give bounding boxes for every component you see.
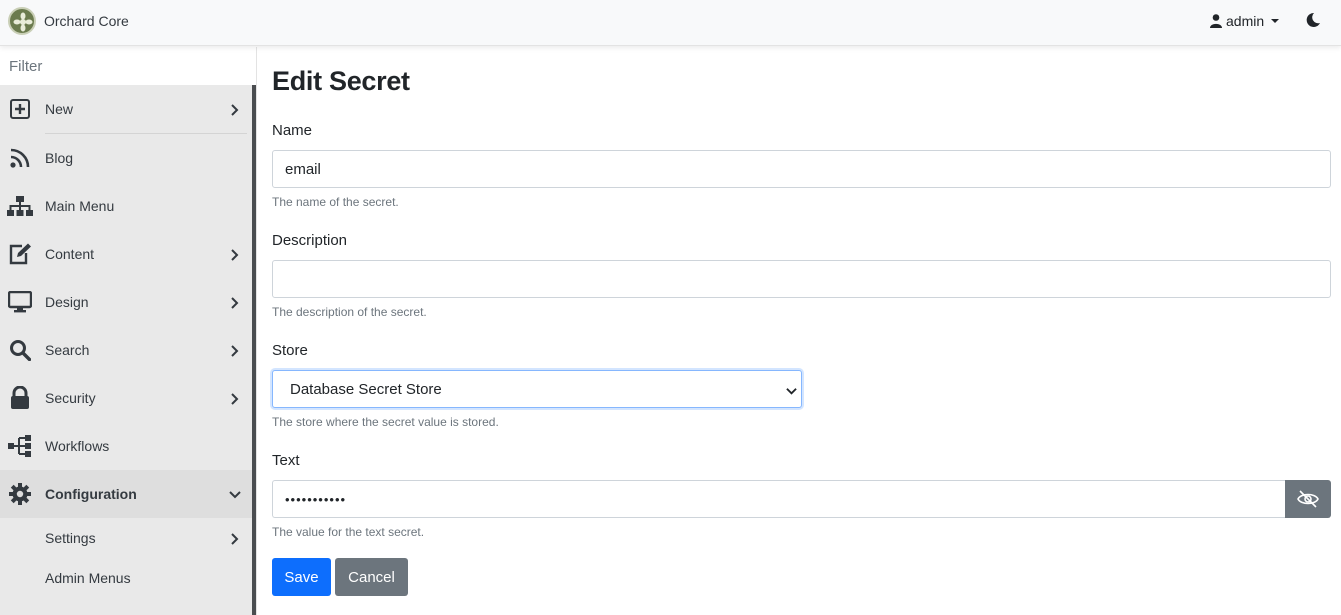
edit-icon xyxy=(7,241,33,267)
gear-icon xyxy=(7,481,33,507)
chevron-down-icon xyxy=(786,384,797,401)
chevron-right-icon xyxy=(229,248,241,261)
user-icon xyxy=(1210,14,1222,28)
search-icon xyxy=(7,337,33,363)
sidebar-item-security[interactable]: Security xyxy=(0,374,252,422)
brand[interactable]: Orchard Core xyxy=(8,6,129,36)
brand-name: Orchard Core xyxy=(44,13,129,29)
moon-icon[interactable] xyxy=(1305,12,1323,30)
sidebar-item-label: Content xyxy=(45,246,95,262)
chevron-right-icon xyxy=(229,344,241,357)
sidebar-item-configuration[interactable]: Configuration xyxy=(0,470,252,518)
sidebar-item-design[interactable]: Design xyxy=(0,278,252,326)
sidebar-item-label: Configuration xyxy=(45,486,137,502)
workflow-icon xyxy=(7,433,33,459)
store-label: Store xyxy=(272,342,308,359)
user-menu[interactable]: admin xyxy=(1210,13,1280,29)
store-selected-value: Database Secret Store xyxy=(290,380,442,398)
toggle-visibility-button[interactable] xyxy=(1285,480,1331,518)
desktop-icon xyxy=(7,289,33,315)
sidebar-item-label: Security xyxy=(45,390,96,406)
sidebar-item-main-menu[interactable]: Main Menu xyxy=(0,182,252,230)
chevron-right-icon xyxy=(229,532,241,545)
rss-icon xyxy=(7,145,33,171)
sidebar-item-blog[interactable]: Blog xyxy=(0,134,252,182)
chevron-down-icon xyxy=(229,488,241,500)
name-label: Name xyxy=(272,122,313,139)
plus-square-icon xyxy=(7,96,33,122)
sidebar-subitem-admin-menus[interactable]: Admin Menus xyxy=(0,555,252,601)
sidebar-item-search[interactable]: Search xyxy=(0,326,252,374)
chevron-right-icon xyxy=(229,392,241,405)
save-button[interactable]: Save xyxy=(272,558,331,596)
page-title: Edit Secret xyxy=(272,66,410,96)
sidebar-item-label: Main Menu xyxy=(45,198,115,214)
store-select[interactable]: Database Secret Store xyxy=(272,370,802,408)
cancel-button[interactable]: Cancel xyxy=(335,558,408,596)
store-help-text: The store where the secret value is stor… xyxy=(272,415,499,429)
user-name: admin xyxy=(1226,13,1265,29)
sidebar-item-label: Search xyxy=(45,342,90,358)
orchard-logo-icon xyxy=(8,7,36,35)
eye-slash-icon xyxy=(1297,490,1319,508)
name-help-text: The name of the secret. xyxy=(272,195,399,209)
chevron-right-icon xyxy=(229,103,241,116)
sidebar-filter-input[interactable]: Filter xyxy=(9,58,42,75)
top-navbar: Orchard Core admin xyxy=(0,0,1341,46)
text-help-text: The value for the text secret. xyxy=(272,525,425,539)
sidebar-subitem-label: Settings xyxy=(45,530,96,546)
name-input[interactable]: email xyxy=(272,150,1331,188)
sidebar-item-workflows[interactable]: Workflows xyxy=(0,422,252,470)
description-label: Description xyxy=(272,232,348,249)
sitemap-icon xyxy=(7,193,33,219)
sidebar-subitem-label: Admin Menus xyxy=(45,570,131,586)
sidebar-scrollbar[interactable] xyxy=(252,85,256,615)
description-help-text: The description of the secret. xyxy=(272,305,427,319)
sidebar-item-label: Blog xyxy=(45,150,74,166)
sidebar-item-content[interactable]: Content xyxy=(0,230,252,278)
lock-icon xyxy=(7,385,33,411)
text-secret-input[interactable]: ••••••••••• xyxy=(272,480,1286,518)
caret-down-icon xyxy=(1271,19,1280,23)
sidebar-item-label: Design xyxy=(45,294,89,310)
text-label: Text xyxy=(272,452,300,469)
sidebar-item-new[interactable]: New xyxy=(0,85,252,133)
sidebar-item-label: New xyxy=(45,101,74,117)
chevron-right-icon xyxy=(229,296,241,309)
description-input[interactable] xyxy=(272,260,1331,298)
sidebar-item-label: Workflows xyxy=(45,438,110,454)
